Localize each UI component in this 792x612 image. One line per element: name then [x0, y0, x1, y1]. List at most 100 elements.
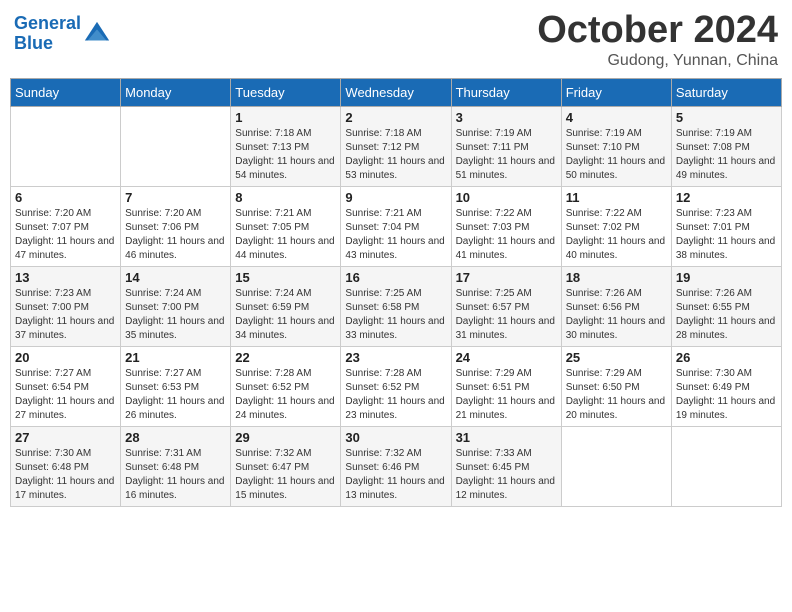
day-info: Sunrise: 7:23 AMSunset: 7:01 PMDaylight:…: [676, 207, 777, 263]
calendar-cell: 20 Sunrise: 7:27 AMSunset: 6:54 PMDayligh…: [11, 346, 121, 426]
logo-general: General: [14, 13, 81, 33]
day-number: 23: [345, 350, 446, 365]
day-number: 11: [566, 190, 667, 205]
calendar-cell: 7 Sunrise: 7:20 AMSunset: 7:06 PMDaylight…: [121, 186, 231, 266]
weekday-header: Wednesday: [341, 78, 451, 106]
day-info: Sunrise: 7:30 AMSunset: 6:49 PMDaylight:…: [676, 367, 777, 423]
calendar-cell: 26Sunrise: 7:30 AMSunset: 6:49 PMDayligh…: [671, 346, 781, 426]
day-number: 28: [125, 430, 226, 445]
calendar-header: SundayMondayTuesdayWednesdayThursdayFrid…: [11, 78, 782, 106]
day-info: Sunrise: 7:19 AMSunset: 7:10 PMDaylight:…: [566, 127, 667, 183]
day-info: Sunrise: 7:20 AMSunset: 7:06 PMDaylight:…: [125, 207, 226, 263]
calendar-cell: 17Sunrise: 7:25 AMSunset: 6:57 PMDayligh…: [451, 266, 561, 346]
calendar-week: 13Sunrise: 7:23 AMSunset: 7:00 PMDayligh…: [11, 266, 782, 346]
title-block: October 2024 Gudong, Yunnan, China: [537, 10, 778, 70]
calendar-cell: [671, 426, 781, 506]
calendar-cell: 28 Sunrise: 7:31 AMSunset: 6:48 PMDayligh…: [121, 426, 231, 506]
calendar-cell: 1Sunrise: 7:18 AMSunset: 7:13 PMDaylight…: [231, 106, 341, 186]
day-info: Sunrise: 7:22 AMSunset: 7:02 PMDaylight:…: [566, 207, 667, 263]
day-number: 29: [235, 430, 336, 445]
day-info: Sunrise: 7:26 AMSunset: 6:56 PMDaylight:…: [566, 287, 667, 343]
calendar-cell: 12 Sunrise: 7:23 AMSunset: 7:01 PMDayligh…: [671, 186, 781, 266]
day-info: Sunrise: 7:27 AMSunset: 6:54 PMDaylight:…: [15, 367, 116, 423]
calendar-week: 27 Sunrise: 7:30 AMSunset: 6:48 PMDayligh…: [11, 426, 782, 506]
day-info: Sunrise: 7:19 AMSunset: 7:11 PMDaylight:…: [456, 127, 557, 183]
weekday-header: Tuesday: [231, 78, 341, 106]
day-info: Sunrise: 7:32 AMSunset: 6:46 PMDaylight:…: [345, 447, 446, 503]
calendar-cell: [121, 106, 231, 186]
day-info: Sunrise: 7:26 AMSunset: 6:55 PMDaylight:…: [676, 287, 777, 343]
location-title: Gudong, Yunnan, China: [537, 52, 778, 70]
day-info: Sunrise: 7:28 AMSunset: 6:52 PMDaylight:…: [345, 367, 446, 423]
day-info: Sunrise: 7:19 AMSunset: 7:08 PMDaylight:…: [676, 127, 777, 183]
day-info: Sunrise: 7:24 AMSunset: 6:59 PMDaylight:…: [235, 287, 336, 343]
logo-blue: Blue: [14, 33, 53, 53]
day-info: Sunrise: 7:30 AMSunset: 6:48 PMDaylight:…: [15, 447, 116, 503]
calendar-cell: [561, 426, 671, 506]
day-info: Sunrise: 7:28 AMSunset: 6:52 PMDaylight:…: [235, 367, 336, 423]
weekday-header: Sunday: [11, 78, 121, 106]
day-number: 12: [676, 190, 777, 205]
calendar-cell: 3 Sunrise: 7:19 AMSunset: 7:11 PMDaylight…: [451, 106, 561, 186]
day-info: Sunrise: 7:23 AMSunset: 7:00 PMDaylight:…: [15, 287, 116, 343]
calendar-body: 1Sunrise: 7:18 AMSunset: 7:13 PMDaylight…: [11, 106, 782, 506]
day-number: 31: [456, 430, 557, 445]
calendar-cell: 2Sunrise: 7:18 AMSunset: 7:12 PMDaylight…: [341, 106, 451, 186]
month-title: October 2024: [537, 10, 778, 52]
day-info: Sunrise: 7:31 AMSunset: 6:48 PMDaylight:…: [125, 447, 226, 503]
day-info: Sunrise: 7:21 AMSunset: 7:05 PMDaylight:…: [235, 207, 336, 263]
calendar-cell: 11 Sunrise: 7:22 AMSunset: 7:02 PMDayligh…: [561, 186, 671, 266]
calendar-cell: 10Sunrise: 7:22 AMSunset: 7:03 PMDayligh…: [451, 186, 561, 266]
day-number: 24: [456, 350, 557, 365]
day-info: Sunrise: 7:25 AMSunset: 6:58 PMDaylight:…: [345, 287, 446, 343]
day-number: 17: [456, 270, 557, 285]
day-number: 20: [15, 350, 116, 365]
day-info: Sunrise: 7:27 AMSunset: 6:53 PMDaylight:…: [125, 367, 226, 423]
day-number: 8: [235, 190, 336, 205]
day-number: 22: [235, 350, 336, 365]
day-number: 27: [15, 430, 116, 445]
calendar-cell: 23 Sunrise: 7:28 AMSunset: 6:52 PMDayligh…: [341, 346, 451, 426]
logo-icon: [83, 20, 111, 48]
calendar-cell: 5 Sunrise: 7:19 AMSunset: 7:08 PMDaylight…: [671, 106, 781, 186]
calendar-cell: 19Sunrise: 7:26 AMSunset: 6:55 PMDayligh…: [671, 266, 781, 346]
calendar-week: 20 Sunrise: 7:27 AMSunset: 6:54 PMDayligh…: [11, 346, 782, 426]
day-number: 3: [456, 110, 557, 125]
calendar-cell: 14 Sunrise: 7:24 AMSunset: 7:00 PMDayligh…: [121, 266, 231, 346]
calendar-cell: 22 Sunrise: 7:28 AMSunset: 6:52 PMDayligh…: [231, 346, 341, 426]
day-number: 10: [456, 190, 557, 205]
day-info: Sunrise: 7:24 AMSunset: 7:00 PMDaylight:…: [125, 287, 226, 343]
calendar-cell: 18Sunrise: 7:26 AMSunset: 6:56 PMDayligh…: [561, 266, 671, 346]
weekday-header: Thursday: [451, 78, 561, 106]
day-number: 21: [125, 350, 226, 365]
day-number: 4: [566, 110, 667, 125]
calendar-cell: 16Sunrise: 7:25 AMSunset: 6:58 PMDayligh…: [341, 266, 451, 346]
calendar-cell: 4 Sunrise: 7:19 AMSunset: 7:10 PMDaylight…: [561, 106, 671, 186]
day-number: 25: [566, 350, 667, 365]
calendar-cell: 15 Sunrise: 7:24 AMSunset: 6:59 PMDayligh…: [231, 266, 341, 346]
weekday-header: Friday: [561, 78, 671, 106]
day-number: 30: [345, 430, 446, 445]
calendar-cell: 31Sunrise: 7:33 AMSunset: 6:45 PMDayligh…: [451, 426, 561, 506]
day-number: 6: [15, 190, 116, 205]
day-number: 14: [125, 270, 226, 285]
day-number: 7: [125, 190, 226, 205]
day-number: 5: [676, 110, 777, 125]
calendar-table: SundayMondayTuesdayWednesdayThursdayFrid…: [10, 78, 782, 507]
day-number: 15: [235, 270, 336, 285]
calendar-cell: 24Sunrise: 7:29 AMSunset: 6:51 PMDayligh…: [451, 346, 561, 426]
weekday-header: Saturday: [671, 78, 781, 106]
day-info: Sunrise: 7:29 AMSunset: 6:50 PMDaylight:…: [566, 367, 667, 423]
day-info: Sunrise: 7:20 AMSunset: 7:07 PMDaylight:…: [15, 207, 116, 263]
day-info: Sunrise: 7:32 AMSunset: 6:47 PMDaylight:…: [235, 447, 336, 503]
day-info: Sunrise: 7:21 AMSunset: 7:04 PMDaylight:…: [345, 207, 446, 263]
calendar-cell: 29 Sunrise: 7:32 AMSunset: 6:47 PMDayligh…: [231, 426, 341, 506]
logo: General Blue: [14, 14, 111, 54]
weekday-header: Monday: [121, 78, 231, 106]
weekday-row: SundayMondayTuesdayWednesdayThursdayFrid…: [11, 78, 782, 106]
day-info: Sunrise: 7:18 AMSunset: 7:12 PMDaylight:…: [345, 127, 446, 183]
calendar-cell: 21 Sunrise: 7:27 AMSunset: 6:53 PMDayligh…: [121, 346, 231, 426]
calendar-cell: 25 Sunrise: 7:29 AMSunset: 6:50 PMDayligh…: [561, 346, 671, 426]
calendar-cell: 8 Sunrise: 7:21 AMSunset: 7:05 PMDaylight…: [231, 186, 341, 266]
calendar-cell: 27 Sunrise: 7:30 AMSunset: 6:48 PMDayligh…: [11, 426, 121, 506]
